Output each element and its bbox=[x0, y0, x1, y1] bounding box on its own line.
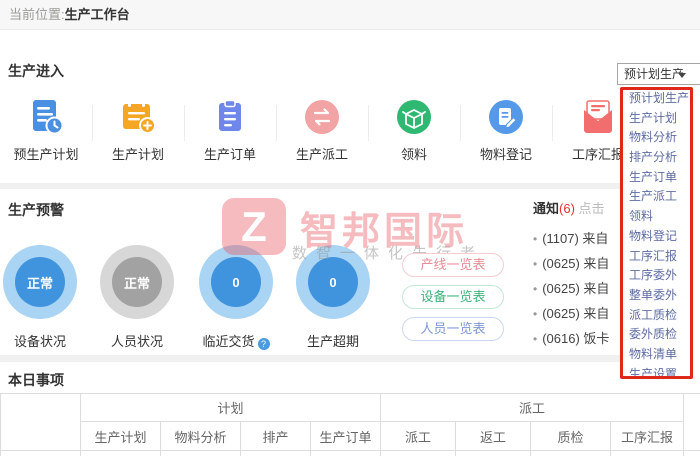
table-col-scheduling: 排产 bbox=[240, 421, 311, 451]
module-dropdown-list: 预计划生产 生产计划 物料分析 排产分析 生产订单 生产派工 领料 物料登记 工… bbox=[622, 89, 700, 385]
calendar-plus-icon bbox=[92, 97, 184, 137]
doc-clock-icon bbox=[0, 97, 92, 137]
dropdown-option[interactable]: 生产计划 bbox=[622, 109, 700, 129]
gauge-staff-status[interactable]: 正常 bbox=[100, 245, 174, 319]
gauge-value: 正常 bbox=[15, 257, 65, 307]
divider bbox=[92, 105, 93, 141]
dropdown-option[interactable]: 工序汇报 bbox=[622, 247, 700, 267]
select-value: 预计划生产 bbox=[624, 67, 685, 81]
dropdown-option[interactable]: 生产订单 bbox=[622, 168, 700, 188]
dropdown-option[interactable]: 排产分析 bbox=[622, 148, 700, 168]
divider bbox=[552, 105, 553, 141]
dropdown-option[interactable]: 工序委外 bbox=[622, 266, 700, 286]
table-col-production-order: 生产订单 bbox=[309, 421, 382, 451]
dropdown-option[interactable]: 物料清单 bbox=[622, 345, 700, 365]
dropdown-option[interactable]: 预计划生产 bbox=[622, 89, 700, 109]
entry-item-label: 生产计划 bbox=[111, 147, 164, 162]
table-group-plan: 计划 bbox=[79, 393, 382, 422]
gauge-label-staff: 人员状况 bbox=[110, 334, 163, 349]
section-divider bbox=[0, 355, 700, 362]
divider bbox=[276, 105, 277, 141]
entry-item-material-register[interactable]: 物料登记 bbox=[460, 97, 552, 163]
clipboard-icon bbox=[184, 97, 276, 137]
dropdown-option[interactable]: 派工质检 bbox=[622, 306, 700, 326]
breadcrumb-current: 生产工作台 bbox=[64, 7, 130, 22]
notice-title: 通知 bbox=[533, 201, 560, 216]
gauge-label-near-delivery: 临近交货? bbox=[191, 331, 281, 350]
chevron-down-icon bbox=[678, 73, 686, 78]
doc-pen-icon bbox=[460, 97, 552, 137]
open-box-icon bbox=[368, 97, 460, 137]
table-col-material-analysis: 物料分析 bbox=[160, 421, 241, 451]
breadcrumb: 当前位置:生产工作台 bbox=[0, 0, 700, 30]
table-col-production-plan: 生产计划 bbox=[80, 421, 161, 451]
section-title-production-alert: 生产预警 bbox=[8, 202, 64, 218]
divider bbox=[184, 105, 185, 141]
dropdown-option[interactable]: 物料分析 bbox=[622, 128, 700, 148]
gauge-value: 正常 bbox=[112, 257, 162, 307]
table-corner-cell bbox=[0, 393, 81, 451]
entry-item-label: 领料 bbox=[400, 147, 427, 162]
table-col-process-report: 工序汇报 bbox=[610, 421, 685, 451]
staff-list-button[interactable]: 人员一览表 bbox=[402, 317, 504, 341]
entry-item-label: 生产订单 bbox=[203, 147, 256, 162]
divider bbox=[460, 105, 461, 141]
gauge-overdue-production[interactable]: 0 bbox=[296, 245, 370, 319]
dropdown-option[interactable]: 委外质检 bbox=[622, 325, 700, 345]
table-col-quality-check: 质检 bbox=[530, 421, 612, 451]
dropdown-option[interactable]: 物料登记 bbox=[622, 227, 700, 247]
gauge-label-overdue: 生产超期 bbox=[306, 334, 359, 349]
equipment-list-button[interactable]: 设备一览表 bbox=[402, 285, 504, 309]
table-cell-clipped bbox=[683, 393, 700, 451]
entry-item-production-plan[interactable]: 生产计划 bbox=[92, 97, 184, 163]
gauge-value: 0 bbox=[211, 257, 261, 307]
entry-item-production-order[interactable]: 生产订单 bbox=[184, 97, 276, 163]
info-icon[interactable]: ? bbox=[257, 338, 270, 350]
production-line-list-button[interactable]: 产线一览表 bbox=[402, 253, 504, 277]
notice-count-badge: (6) bbox=[559, 201, 575, 216]
table-col-dispatch: 派工 bbox=[380, 421, 457, 451]
breadcrumb-label: 当前位置: bbox=[9, 7, 65, 22]
table-group-dispatch: 派工 bbox=[380, 393, 685, 422]
section-title-today-items: 本日事项 bbox=[8, 372, 64, 388]
table-row bbox=[0, 450, 700, 456]
dropdown-option[interactable]: 生产派工 bbox=[622, 187, 700, 207]
entry-item-label: 物料登记 bbox=[479, 147, 532, 162]
entry-item-label: 预生产计划 bbox=[13, 147, 79, 162]
entry-item-material-picking[interactable]: 领料 bbox=[368, 97, 460, 163]
transfer-arrows-icon bbox=[276, 97, 368, 137]
today-items-table: 计划 派工 生产计划 物料分析 排产 生产订单 派工 返工 质检 工序汇报 bbox=[0, 393, 700, 456]
section-divider bbox=[0, 183, 700, 189]
section-title-production-entry: 生产进入 bbox=[8, 63, 64, 79]
divider bbox=[368, 105, 369, 141]
production-workbench-page: 当前位置:生产工作台 生产进入 预生产计划 生产计划 生产订单 生产派工 领料 … bbox=[0, 0, 700, 456]
dropdown-option[interactable]: 生产设置 bbox=[622, 365, 700, 385]
notice-hint[interactable]: 点击 bbox=[579, 201, 605, 216]
entry-item-production-dispatch[interactable]: 生产派工 bbox=[276, 97, 368, 163]
gauge-equipment-status[interactable]: 正常 bbox=[3, 245, 77, 319]
dropdown-option[interactable]: 领料 bbox=[622, 207, 700, 227]
gauge-value: 0 bbox=[308, 257, 358, 307]
entry-item-label: 生产派工 bbox=[295, 147, 348, 162]
gauge-label-equipment: 设备状况 bbox=[13, 334, 66, 349]
dropdown-option[interactable]: 整单委外 bbox=[622, 286, 700, 306]
gauge-near-delivery[interactable]: 0 bbox=[199, 245, 273, 319]
table-col-rework: 返工 bbox=[455, 421, 532, 451]
workbench-module-select[interactable]: 预计划生产 bbox=[617, 63, 700, 85]
entry-item-pre-production-plan[interactable]: 预生产计划 bbox=[0, 97, 92, 163]
